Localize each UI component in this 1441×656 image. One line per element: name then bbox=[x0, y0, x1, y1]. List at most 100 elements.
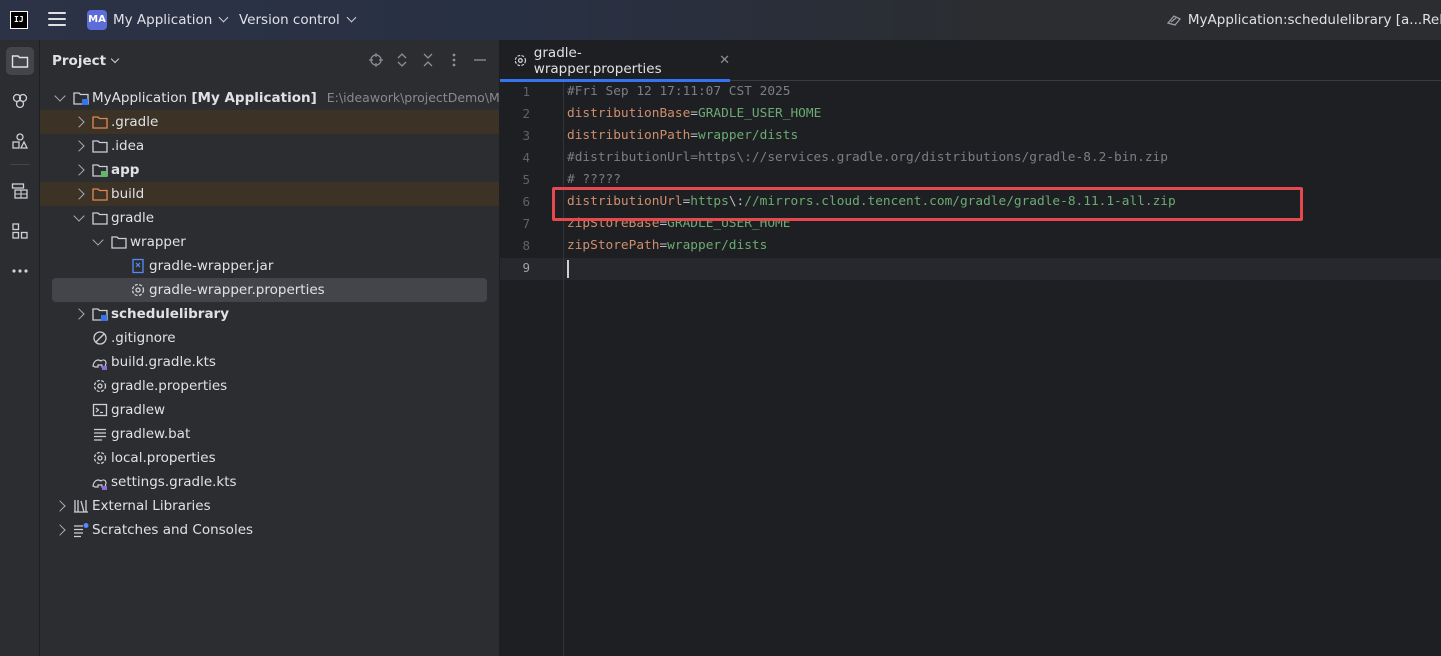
intellij-logo-icon[interactable]: IJ bbox=[10, 11, 28, 29]
tree-item-local-properties[interactable]: local.properties bbox=[40, 446, 499, 470]
folder-icon bbox=[92, 140, 108, 153]
tree-item-label: gradlew bbox=[111, 402, 166, 418]
chevron-right-icon[interactable] bbox=[73, 188, 85, 200]
chevron-right-icon[interactable] bbox=[54, 500, 66, 512]
tree-item-build[interactable]: build bbox=[40, 182, 499, 206]
tree-item-myapplication[interactable]: MyApplication [My Application] E:\ideawor… bbox=[40, 86, 532, 110]
property-value: wrapper/dists bbox=[667, 238, 768, 253]
terminal-file-icon bbox=[92, 403, 108, 417]
tree-item-gradle-properties[interactable]: gradle.properties bbox=[40, 374, 499, 398]
code-line: # ????? bbox=[567, 172, 621, 187]
project-view-selector[interactable]: Project bbox=[52, 53, 120, 69]
panel-actions bbox=[369, 53, 487, 67]
line-number-gutter: 1 2 3 4 5 6 7 8 9 bbox=[500, 82, 564, 656]
chevron-right-icon[interactable] bbox=[73, 164, 85, 176]
tree-item-gradlew[interactable]: gradlew bbox=[40, 398, 499, 422]
current-line-highlight bbox=[500, 258, 1441, 280]
annotation-highlight-box bbox=[552, 187, 1303, 221]
project-root-suffix: [My Application] bbox=[191, 90, 317, 106]
version-control-menu[interactable]: Version control bbox=[239, 12, 357, 28]
hide-panel-icon[interactable] bbox=[473, 53, 487, 67]
ignore-file-icon bbox=[93, 331, 107, 345]
chevron-down-icon[interactable] bbox=[92, 234, 104, 247]
tree-item-gradle-wrapper-jar[interactable]: gradle-wrapper.jar bbox=[40, 254, 499, 278]
comment-text: # ????? bbox=[567, 172, 621, 187]
line-number: 1 bbox=[522, 84, 530, 99]
tree-item-label: schedulelibrary bbox=[111, 306, 230, 322]
editor-tab-bar: gradle-wrapper.properties ✕ bbox=[500, 40, 1441, 82]
main-menu-icon[interactable] bbox=[48, 12, 66, 28]
text-file-icon bbox=[94, 428, 106, 441]
settings-file-icon bbox=[93, 451, 107, 465]
tree-item-build-gradle-kts[interactable]: build.gradle.kts bbox=[40, 350, 499, 374]
tree-item-label: settings.gradle.kts bbox=[111, 474, 237, 490]
folder-icon bbox=[111, 236, 127, 249]
tree-item-label: External Libraries bbox=[92, 498, 211, 514]
tree-item-idea[interactable]: .idea bbox=[40, 134, 499, 158]
tree-item-gradle[interactable]: gradle bbox=[40, 206, 499, 230]
tree-item-label: .idea bbox=[111, 138, 145, 154]
chevron-right-icon[interactable] bbox=[73, 308, 85, 320]
tab-label: gradle-wrapper.properties bbox=[533, 44, 662, 77]
options-icon[interactable] bbox=[447, 53, 461, 67]
tree-item-dot-gradle[interactable]: .gradle bbox=[40, 110, 499, 134]
chevron-right-icon[interactable] bbox=[73, 116, 85, 128]
chevron-right-icon[interactable] bbox=[54, 524, 66, 536]
property-value: GRADLE_USER_HOME bbox=[698, 106, 822, 121]
folder-icon bbox=[92, 116, 108, 129]
locate-icon[interactable] bbox=[369, 53, 383, 67]
tree-item-app[interactable]: app bbox=[40, 158, 499, 182]
settings-file-icon bbox=[514, 54, 527, 67]
tree-item-label: local.properties bbox=[111, 450, 216, 466]
tree-item-schedulelibrary[interactable]: schedulelibrary bbox=[40, 302, 499, 326]
gradle-kts-icon bbox=[92, 479, 107, 490]
project-selector[interactable]: My Application bbox=[113, 12, 229, 28]
code-line: #Fri Sep 12 17:11:07 CST 2025 bbox=[567, 84, 790, 99]
project-name: My Application bbox=[113, 12, 213, 28]
build-variants-tool-button[interactable] bbox=[6, 177, 34, 205]
folder-icon bbox=[11, 55, 29, 68]
tree-item-external-libraries[interactable]: External Libraries bbox=[40, 494, 499, 518]
chevron-right-icon[interactable] bbox=[73, 140, 85, 152]
tree-item-gradle-wrapper-properties[interactable]: gradle-wrapper.properties bbox=[52, 278, 487, 302]
build-variants-icon bbox=[11, 183, 28, 199]
expand-all-icon[interactable] bbox=[395, 53, 409, 67]
line-number: 6 bbox=[522, 194, 530, 209]
project-root-name: MyApplication bbox=[92, 90, 188, 106]
chevron-down-icon[interactable] bbox=[54, 90, 66, 103]
grid-icon bbox=[12, 223, 28, 239]
tree-item-gradlew-bat[interactable]: gradlew.bat bbox=[40, 422, 499, 446]
tree-item-gitignore[interactable]: .gitignore bbox=[40, 326, 499, 350]
tree-item-label: build bbox=[111, 186, 145, 202]
property-key: zipStorePath bbox=[567, 238, 660, 253]
chevron-down-icon bbox=[110, 54, 120, 64]
property-key: distributionBase bbox=[567, 106, 691, 121]
tree-item-label: .gradle bbox=[111, 114, 159, 130]
tab-gradle-wrapper-properties[interactable]: gradle-wrapper.properties ✕ bbox=[500, 40, 730, 82]
tool-window-strip bbox=[0, 40, 40, 656]
tree-item-scratches-and-consoles[interactable]: Scratches and Consoles bbox=[40, 518, 499, 542]
line-number: 7 bbox=[522, 216, 530, 231]
settings-file-icon bbox=[93, 379, 107, 393]
line-number: 3 bbox=[522, 128, 530, 143]
more-tools-button[interactable] bbox=[6, 257, 34, 285]
line-number: 9 bbox=[522, 260, 530, 275]
structure-tool-button[interactable] bbox=[6, 127, 34, 155]
tree-item-label: Scratches and Consoles bbox=[92, 522, 254, 538]
folder-icon bbox=[92, 212, 108, 225]
resource-manager-tool-button[interactable] bbox=[6, 87, 34, 115]
tree-item-wrapper[interactable]: wrapper bbox=[40, 230, 499, 254]
run-configuration-selector[interactable]: MyApplication:schedulelibrary [a...Rel bbox=[1166, 12, 1441, 28]
divider bbox=[10, 164, 30, 165]
version-control-label: Version control bbox=[239, 12, 340, 28]
folder-icon bbox=[92, 188, 108, 201]
run-config-icon bbox=[1166, 15, 1181, 26]
collapse-all-icon[interactable] bbox=[421, 53, 435, 67]
project-tool-button[interactable] bbox=[6, 47, 34, 75]
chevron-down-icon[interactable] bbox=[73, 210, 85, 223]
close-icon[interactable]: ✕ bbox=[719, 53, 730, 68]
modules-tool-button[interactable] bbox=[6, 217, 34, 245]
project-badge[interactable]: MA bbox=[87, 10, 107, 30]
jar-icon bbox=[132, 258, 144, 274]
tree-item-settings-gradle-kts[interactable]: settings.gradle.kts bbox=[40, 470, 499, 494]
